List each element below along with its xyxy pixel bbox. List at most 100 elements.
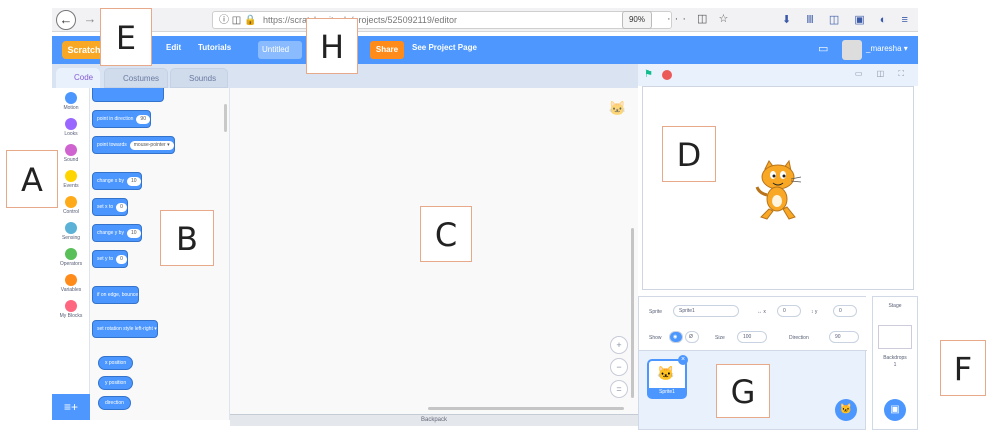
sprite-name-input[interactable]: Sprite1: [673, 305, 739, 317]
y-input[interactable]: 0: [833, 305, 857, 317]
category-label: Variables: [60, 287, 82, 293]
block-dropdown[interactable]: mouse-pointer ▾: [129, 141, 174, 150]
block-text: point in direction: [97, 116, 134, 122]
category-my-blocks[interactable]: My Blocks: [52, 300, 90, 319]
block-input[interactable]: 10: [126, 177, 141, 186]
annotation-a: A: [6, 150, 58, 208]
stage-size-mode-icons[interactable]: ▭ ◫ ⛶: [855, 69, 910, 79]
address-bar[interactable]: ⓘ ◫ 🔒 https://scratch.mit.edu/projects/5…: [212, 11, 672, 29]
avatar[interactable]: [842, 40, 862, 60]
url-text[interactable]: https://scratch.mit.edu/projects/5250921…: [263, 15, 457, 25]
zoom-level[interactable]: 90%: [622, 11, 652, 29]
operators-dot-icon: [65, 248, 77, 260]
motion-dot-icon: [65, 92, 77, 104]
sprite-thumbnail-label: Sprite1: [649, 388, 685, 397]
zoom-out-button[interactable]: −: [610, 358, 628, 376]
annotation-f: F: [940, 340, 986, 396]
tab-sounds[interactable]: Sounds: [170, 68, 228, 88]
sprite-thumbnail[interactable]: 🐱 Sprite1: [647, 359, 687, 399]
sprite-watermark-icon: 🐱: [608, 100, 626, 116]
palette-scrollbar[interactable]: [224, 104, 227, 132]
project-title-input[interactable]: Untitled: [258, 41, 302, 59]
x-position-reporter[interactable]: x position: [98, 356, 134, 370]
block-text: set x to: [97, 204, 114, 210]
category-label: Sensing: [61, 235, 81, 241]
username-menu[interactable]: _maresha ▾: [866, 44, 908, 53]
backdrops-count: 1: [893, 362, 897, 368]
show-hidden-toggle[interactable]: Ø: [685, 331, 699, 343]
block-category-menu: Motion Looks Sound Events Control Sensin…: [52, 88, 90, 420]
green-flag-icon[interactable]: ⚑: [644, 69, 653, 80]
category-label: Motion: [63, 105, 79, 111]
point-towards-block[interactable]: point towards mouse-pointer ▾: [92, 136, 175, 154]
scratch-cat-sprite[interactable]: [751, 159, 807, 223]
y-position-reporter[interactable]: y position: [98, 376, 134, 390]
add-extension-button[interactable]: ≡+: [52, 394, 90, 420]
category-looks[interactable]: Looks: [52, 118, 90, 137]
annotation-d: D: [662, 126, 716, 182]
block-input[interactable]: 0: [116, 255, 127, 264]
show-label: Show: [649, 335, 662, 341]
stage-thumbnail[interactable]: [878, 325, 912, 349]
motion-block-partial[interactable]: [92, 88, 164, 102]
annotation-h: H: [306, 18, 358, 74]
choose-backdrop-button[interactable]: ▣: [884, 399, 906, 421]
editor-workspace: Code Costumes Sounds Motion Looks Sound …: [52, 64, 638, 426]
category-label: Looks: [64, 131, 78, 137]
set-rotation-style-block[interactable]: set rotation style left-right ▾: [92, 320, 158, 338]
back-arrow-icon[interactable]: ←: [56, 10, 76, 30]
site-info-icons[interactable]: ⓘ ◫ 🔒: [219, 13, 256, 29]
choose-sprite-button[interactable]: 🐱: [835, 399, 857, 421]
size-label: Size: [715, 335, 725, 341]
stage-title: Stage: [888, 303, 902, 309]
tab-code[interactable]: Code: [56, 68, 100, 88]
sound-dot-icon: [65, 144, 77, 156]
category-label: Operators: [59, 261, 83, 267]
category-variables[interactable]: Variables: [52, 274, 90, 293]
sprite-cat-icon: 🐱: [657, 365, 675, 381]
direction-input[interactable]: 90: [829, 331, 859, 343]
page-actions-icons[interactable]: ··· ◫ ☆: [667, 12, 732, 25]
stage-canvas[interactable]: [642, 86, 914, 290]
block-text: set y to: [97, 256, 114, 262]
delete-sprite-icon[interactable]: ×: [678, 355, 688, 365]
tutorials-menu[interactable]: Tutorials: [198, 43, 231, 52]
direction-label: Direction: [789, 335, 809, 341]
scratch-menu-bar: Scratch Edit Tutorials Untitled Share Se…: [52, 36, 918, 64]
my-stuff-folder-icon[interactable]: ▭: [818, 42, 828, 55]
zoom-in-button[interactable]: +: [610, 336, 628, 354]
code-vertical-scrollbar[interactable]: [631, 228, 634, 398]
x-input[interactable]: 0: [777, 305, 801, 317]
stop-sign-icon[interactable]: [662, 70, 672, 80]
category-operators[interactable]: Operators: [52, 248, 90, 267]
zoom-reset-button[interactable]: =: [610, 380, 628, 398]
category-motion[interactable]: Motion: [52, 92, 90, 111]
if-on-edge-bounce-block[interactable]: if on edge, bounce: [92, 286, 140, 304]
show-visible-toggle[interactable]: ◉: [669, 331, 683, 343]
see-project-page-button[interactable]: See Project Page: [412, 43, 477, 52]
tab-costumes[interactable]: Costumes: [104, 68, 168, 88]
change-y-block[interactable]: change y by 10: [92, 224, 142, 242]
events-dot-icon: [65, 170, 77, 182]
sensing-dot-icon: [65, 222, 77, 234]
size-input[interactable]: 100: [737, 331, 767, 343]
share-button[interactable]: Share: [370, 41, 404, 59]
block-input[interactable]: 90: [136, 115, 150, 124]
set-y-block[interactable]: set y to 0: [92, 250, 128, 268]
code-horizontal-scrollbar[interactable]: [428, 407, 624, 410]
stage-target-pane[interactable]: Stage Backdrops 1 ▣: [872, 296, 918, 430]
annotation-b: B: [160, 210, 214, 266]
screenshot-frame: { "browser": { "back_icon": "arrow-left-…: [0, 0, 988, 430]
category-sensing[interactable]: Sensing: [52, 222, 90, 241]
set-x-block[interactable]: set x to 0: [92, 198, 128, 216]
forward-arrow-icon[interactable]: →: [80, 10, 100, 30]
block-input[interactable]: 10: [126, 229, 141, 238]
edit-menu[interactable]: Edit: [166, 43, 181, 52]
backpack[interactable]: Backpack: [230, 414, 638, 426]
block-input[interactable]: 0: [116, 203, 127, 212]
direction-reporter[interactable]: direction: [98, 396, 131, 410]
browser-toolbar-icons[interactable]: ⬇ Ⅲ ◫ ▣ ◐ ≡: [782, 13, 914, 26]
point-in-direction-block[interactable]: point in direction 90: [92, 110, 151, 128]
sprite-name-label: Sprite: [649, 309, 663, 315]
change-x-block[interactable]: change x by 10: [92, 172, 142, 190]
